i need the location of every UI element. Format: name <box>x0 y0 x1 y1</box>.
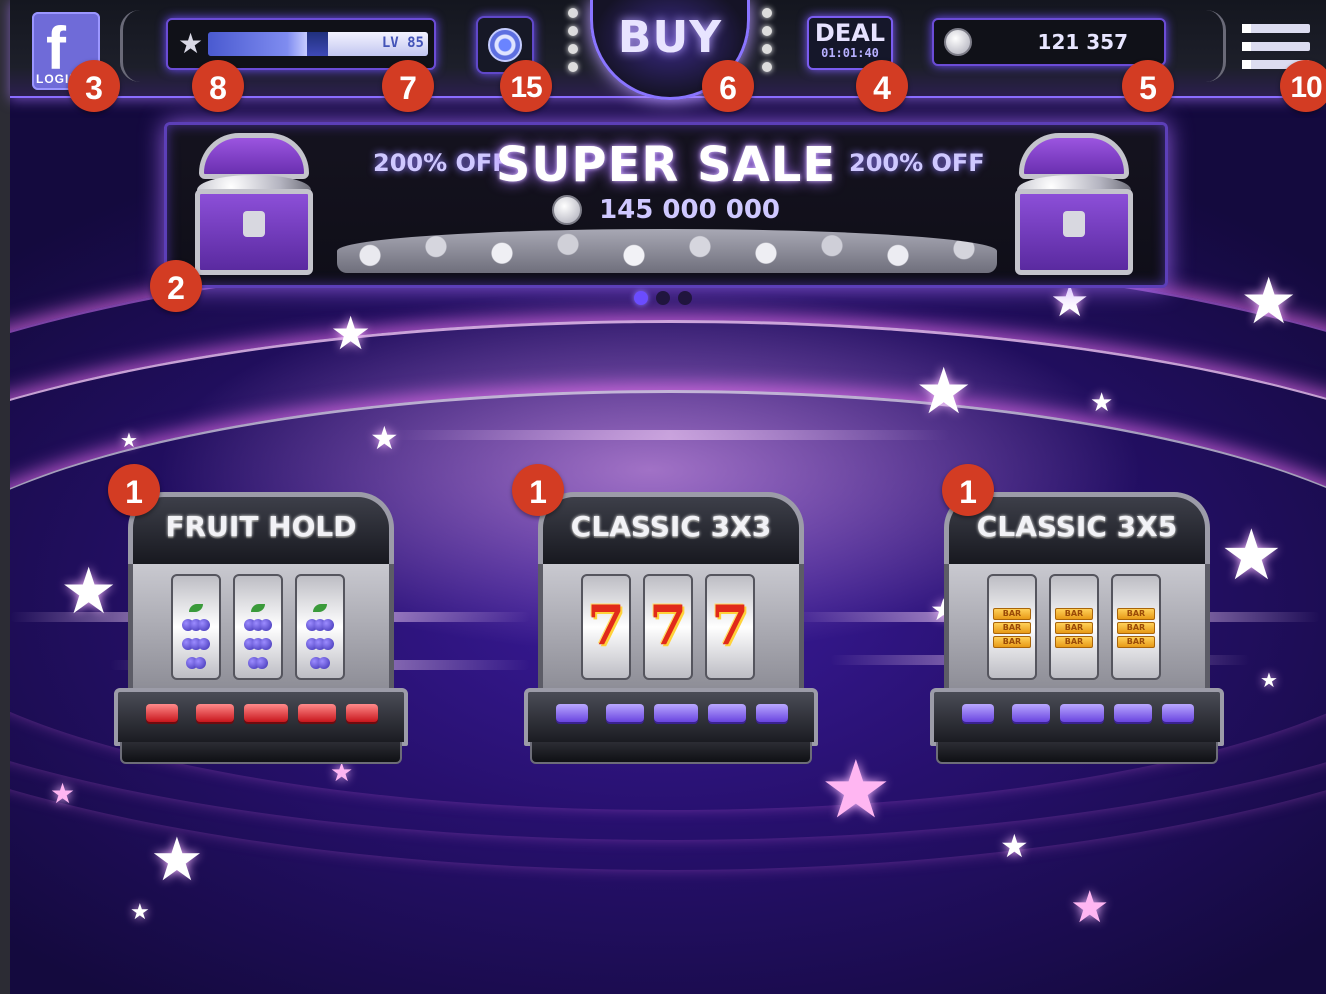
machine-button <box>654 704 698 722</box>
machine-button-panel <box>114 688 408 746</box>
machine-button <box>196 704 234 722</box>
deal-timer: 01:01:40 <box>821 46 879 60</box>
star-icon: ★ <box>50 777 76 810</box>
annotation-badge: 2 <box>150 260 202 312</box>
bar-icon: BAR BAR BAR <box>1051 606 1097 650</box>
star-icon: ★ <box>1260 668 1278 692</box>
reel-window: BAR BAR BAR BAR BAR BAR BAR BAR BAR <box>944 564 1210 690</box>
annotation-badge: 7 <box>382 60 434 112</box>
grapes-icon <box>235 604 281 671</box>
machine-name: FRUIT HOLD <box>165 510 357 543</box>
bar-icon: BAR BAR BAR <box>989 606 1035 650</box>
star-icon: ★ <box>120 428 138 452</box>
light-streak <box>390 430 950 440</box>
annotation-badge: 6 <box>702 60 754 112</box>
annotation-badge: 8 <box>192 60 244 112</box>
star-icon: ★ <box>1000 827 1029 865</box>
reel-window: 7 7 7 <box>538 564 804 690</box>
pager-dot[interactable] <box>656 291 670 305</box>
seven-icon: 7 <box>649 593 687 657</box>
star-icon: ★ <box>330 306 372 360</box>
wheel-icon <box>488 28 522 62</box>
decorative-lights <box>762 8 774 80</box>
coin-icon <box>551 195 582 225</box>
machine-button <box>1114 704 1152 722</box>
sale-coin-amount: 145 000 000 <box>599 195 780 225</box>
pager-dot[interactable] <box>634 291 648 305</box>
star-icon: ★ <box>60 555 118 629</box>
machine-button <box>1060 704 1104 722</box>
annotation-badge: 5 <box>1122 60 1174 112</box>
slot-machine-fruit-hold[interactable]: FRUIT HOLD <box>114 492 408 768</box>
machine-base <box>530 742 812 764</box>
bar-icon: BAR BAR BAR <box>1113 606 1159 650</box>
annotation-badge: 15 <box>500 60 552 112</box>
star-icon: ★ <box>370 419 399 457</box>
treasure-chest-icon <box>1007 127 1147 287</box>
machine-button <box>244 704 288 722</box>
star-icon: ★ <box>915 355 973 429</box>
seven-icon: 7 <box>587 593 625 657</box>
level-progress-fill <box>208 32 307 56</box>
coin-balance-amount: 121 357 <box>1037 30 1128 54</box>
star-icon: ★ <box>130 900 150 925</box>
star-icon: ★ <box>1220 514 1283 596</box>
deal-label: DEAL <box>814 19 886 47</box>
machine-button-panel <box>524 688 818 746</box>
grapes-icon <box>297 604 343 671</box>
annotation-badge: 4 <box>856 60 908 112</box>
star-icon: ★ <box>150 825 204 895</box>
seven-icon: 7 <box>711 593 749 657</box>
divider <box>1206 10 1226 82</box>
pager-dot[interactable] <box>678 291 692 305</box>
coin-pile-icon <box>337 229 997 273</box>
machine-button <box>146 704 178 722</box>
machine-button-panel <box>930 688 1224 746</box>
annotation-badge: 1 <box>942 464 994 516</box>
star-icon: ★ <box>820 743 892 836</box>
super-sale-banner[interactable]: 200% OFF SUPER SALE 200% OFF 145 000 000 <box>164 122 1168 288</box>
machine-button <box>1162 704 1194 722</box>
coin-icon <box>944 28 972 56</box>
machine-button <box>606 704 644 722</box>
buy-label: BUY <box>617 12 723 63</box>
machine-button <box>346 704 378 722</box>
star-icon: ★ <box>1240 265 1298 339</box>
star-icon: ★ <box>1070 882 1110 933</box>
decorative-lights <box>568 8 580 80</box>
machine-button <box>708 704 746 722</box>
banner-pager <box>634 290 700 309</box>
coin-balance[interactable]: 121 357 <box>932 18 1166 66</box>
machine-base <box>936 742 1218 764</box>
annotation-badge: 1 <box>108 464 160 516</box>
slot-machine-classic-3x3[interactable]: CLASSIC 3X3 7 7 7 <box>524 492 818 768</box>
machine-button <box>756 704 788 722</box>
level-label: LV 85 <box>381 35 424 51</box>
annotation-badge: 3 <box>68 60 120 112</box>
machine-name: CLASSIC 3X3 <box>570 510 772 543</box>
star-icon: ★ <box>178 27 204 60</box>
star-icon: ★ <box>1090 388 1114 418</box>
annotation-badge: 1 <box>512 464 564 516</box>
machine-button <box>298 704 336 722</box>
machine-button <box>556 704 588 722</box>
reel-window <box>128 564 394 690</box>
grapes-icon <box>173 604 219 671</box>
slot-machine-classic-3x5[interactable]: CLASSIC 3X5 BAR BAR BAR BAR BAR BAR BAR BAR BA… <box>930 492 1224 768</box>
divider <box>120 10 140 82</box>
machine-base <box>120 742 402 764</box>
discount-right: 200% OFF <box>849 149 985 177</box>
machine-button <box>962 704 994 722</box>
annotation-badge: 10 <box>1280 60 1326 112</box>
machine-button <box>1012 704 1050 722</box>
